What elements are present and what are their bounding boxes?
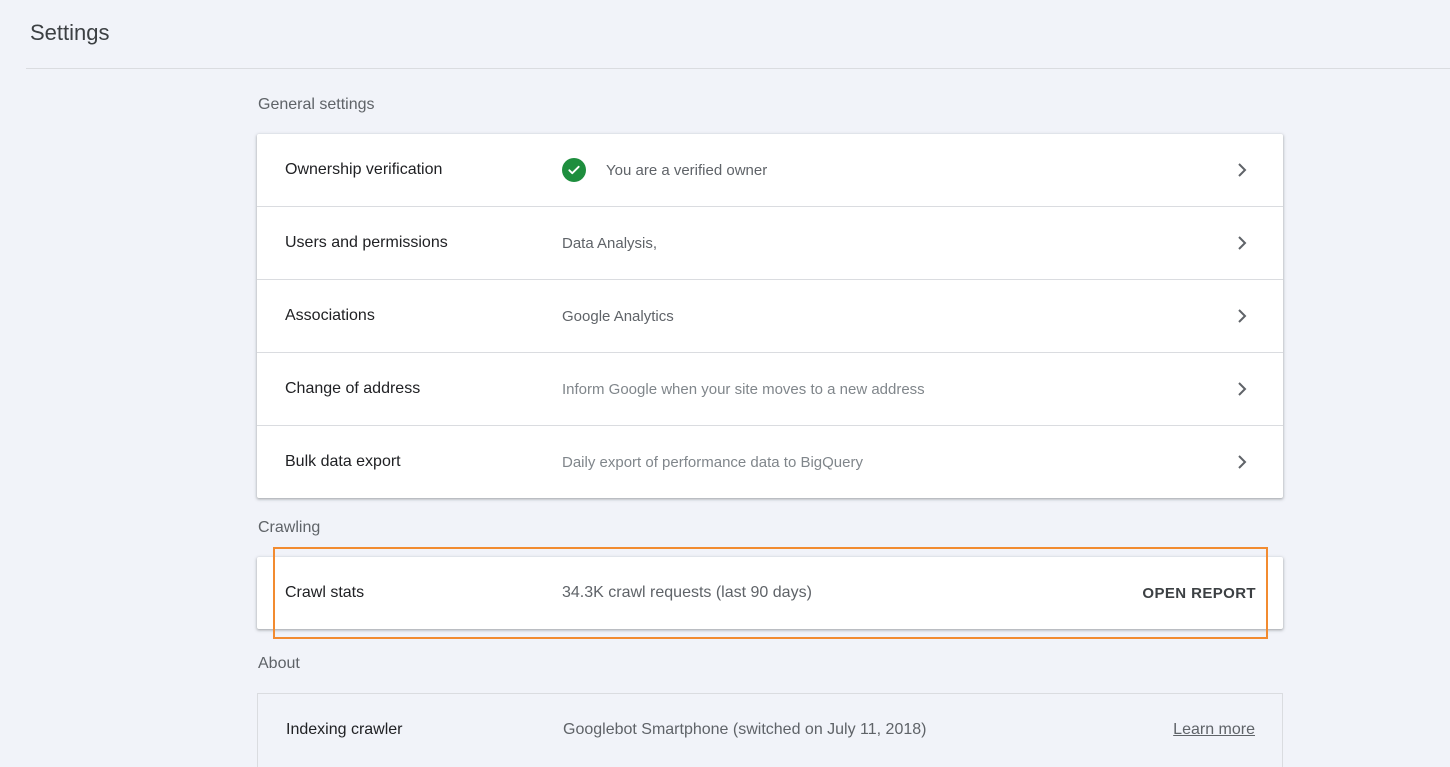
row-value: Daily export of performance data to BigQ… bbox=[562, 453, 863, 471]
row-users-and-permissions[interactable]: Users and permissions Data Analysis, bbox=[257, 207, 1283, 280]
chevron-right-icon bbox=[1235, 236, 1249, 250]
crawling-card: Crawl stats 34.3K crawl requests (last 9… bbox=[257, 557, 1283, 629]
row-label: Ownership verification bbox=[285, 161, 443, 178]
section-label-general: General settings bbox=[258, 96, 375, 113]
about-card: Indexing crawler Googlebot Smartphone (s… bbox=[257, 693, 1283, 767]
learn-more-link[interactable]: Learn more bbox=[1173, 721, 1255, 739]
row-indexing-crawler: Indexing crawler Googlebot Smartphone (s… bbox=[258, 694, 1282, 766]
row-label: Bulk data export bbox=[285, 453, 401, 470]
chevron-right-icon bbox=[1235, 163, 1249, 177]
row-label: Crawl stats bbox=[285, 584, 365, 601]
check-circle-icon bbox=[562, 158, 586, 182]
chevron-right-icon bbox=[1235, 455, 1249, 469]
row-value: Data Analysis, bbox=[562, 234, 658, 252]
row-label: Change of address bbox=[285, 380, 421, 397]
open-report-button[interactable]: OPEN REPORT bbox=[1142, 585, 1256, 602]
chevron-right-icon bbox=[1235, 309, 1249, 323]
row-label: Indexing crawler bbox=[286, 721, 403, 738]
section-label-about: About bbox=[258, 655, 300, 672]
row-value: Googlebot Smartphone (switched on July 1… bbox=[563, 721, 927, 738]
title-divider bbox=[26, 68, 1450, 69]
row-value: Inform Google when your site moves to a … bbox=[562, 380, 925, 398]
row-value: You are a verified owner bbox=[562, 158, 767, 182]
page-title: Settings bbox=[30, 20, 110, 45]
row-value: Google Analytics bbox=[562, 307, 674, 325]
row-change-of-address[interactable]: Change of address Inform Google when you… bbox=[257, 353, 1283, 426]
general-settings-card: Ownership verification You are a verifie… bbox=[257, 134, 1283, 498]
row-label: Associations bbox=[285, 307, 375, 324]
row-associations[interactable]: Associations Google Analytics bbox=[257, 280, 1283, 353]
section-label-crawling: Crawling bbox=[258, 519, 321, 536]
chevron-right-icon bbox=[1235, 382, 1249, 396]
row-value: 34.3K crawl requests (last 90 days) bbox=[562, 584, 812, 601]
verified-owner-text: You are a verified owner bbox=[606, 161, 768, 179]
settings-page: Settings General settings Ownership veri… bbox=[0, 0, 1450, 767]
row-crawl-stats: Crawl stats 34.3K crawl requests (last 9… bbox=[257, 557, 1283, 629]
row-label: Users and permissions bbox=[285, 234, 448, 251]
row-bulk-data-export[interactable]: Bulk data export Daily export of perform… bbox=[257, 426, 1283, 498]
row-ownership-verification[interactable]: Ownership verification You are a verifie… bbox=[257, 134, 1283, 207]
